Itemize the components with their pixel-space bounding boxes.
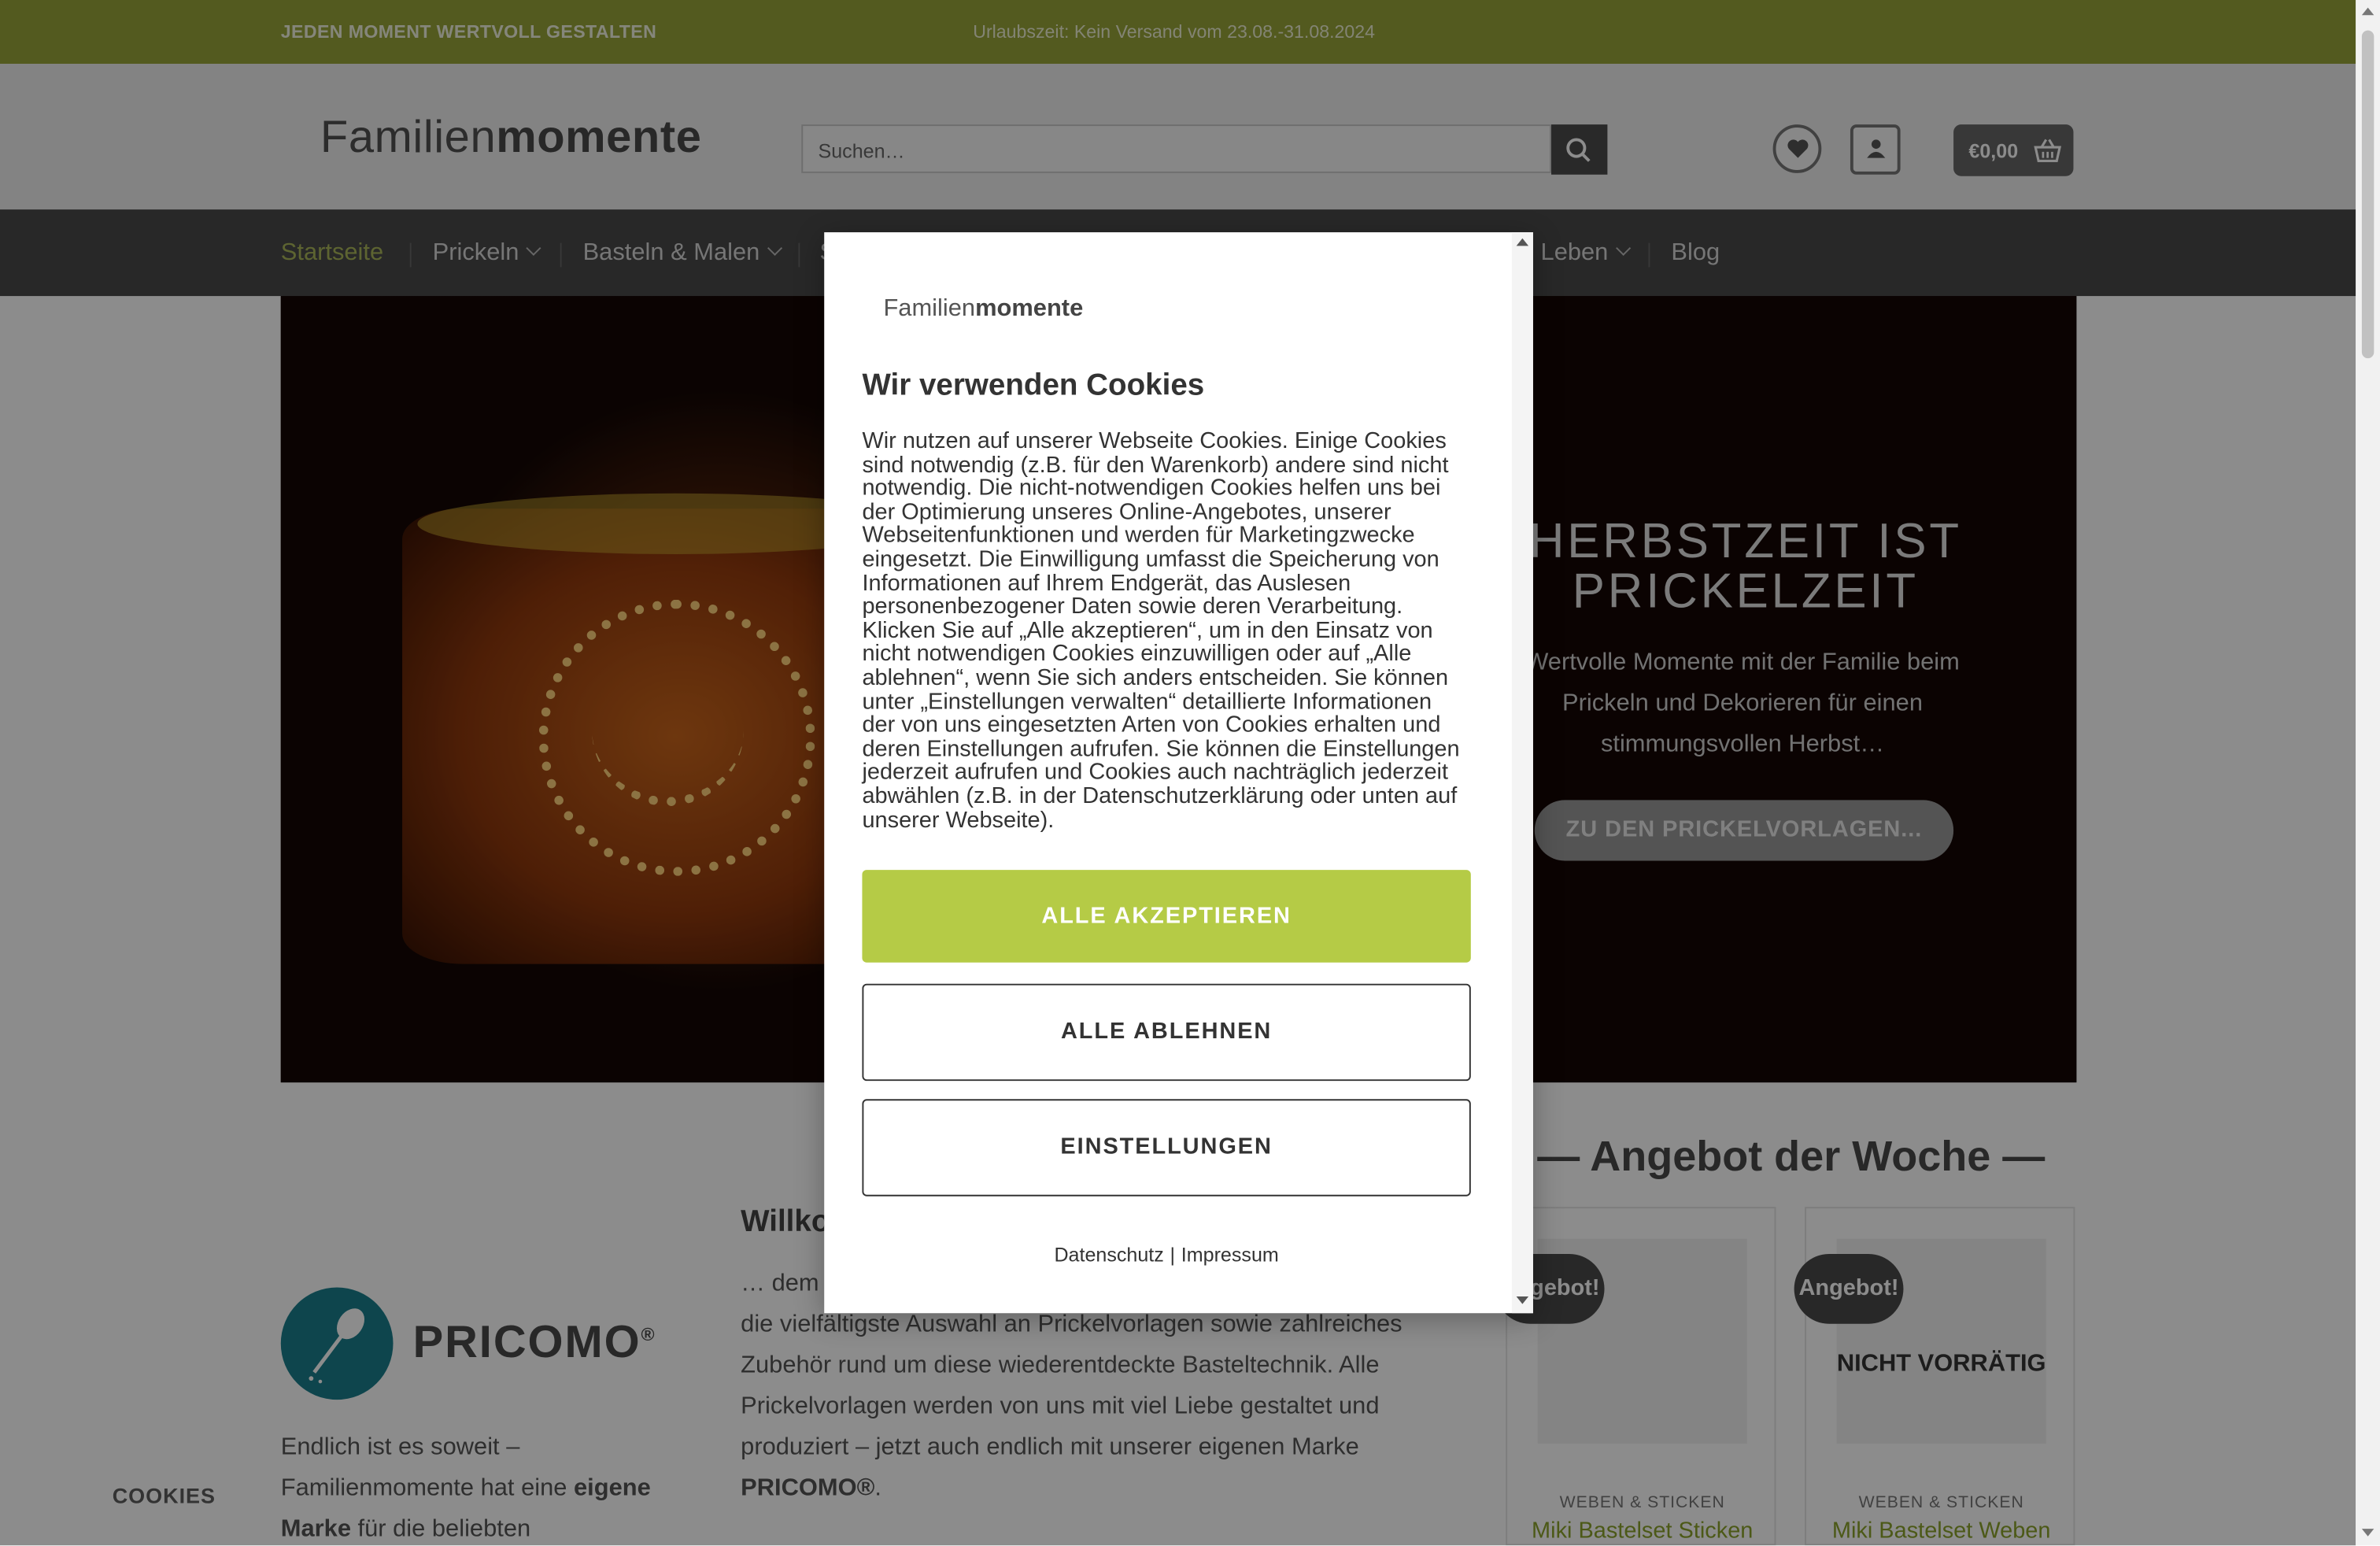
scrollbar-thumb[interactable] [2361, 30, 2374, 359]
reject-all-button[interactable]: ALLE ABLEHNEN [862, 983, 1471, 1082]
imprint-link[interactable]: Impressum [1181, 1244, 1279, 1267]
scroll-down-arrow-icon[interactable] [2361, 1529, 2374, 1537]
accept-all-button[interactable]: ALLE AKZEPTIEREN [862, 870, 1471, 963]
modal-scrollbar[interactable] [1511, 232, 1533, 1314]
privacy-link[interactable]: Datenschutz [1054, 1244, 1163, 1267]
modal-title: Wir verwenden Cookies [862, 368, 1205, 403]
modal-links: Datenschutz | Impressum [824, 1244, 1509, 1267]
modal-logo: Familienmomente [883, 296, 1083, 324]
modal-logo-regular: Familien [883, 296, 976, 322]
modal-body-text: Wir nutzen auf unserer Webseite Cookies.… [862, 427, 1460, 833]
page: JEDEN MOMENT WERTVOLL GESTALTEN Urlaubsz… [0, 0, 2380, 1546]
page-scrollbar[interactable] [2356, 0, 2380, 1546]
cookie-settings-tab[interactable]: COOKIES [113, 1483, 216, 1507]
link-separator: | [1170, 1243, 1176, 1267]
scroll-up-arrow-icon[interactable] [1516, 238, 1529, 246]
cookie-consent-dialog: Familienmomente Wir verwenden Cookies Wi… [824, 232, 1533, 1314]
scroll-down-arrow-icon[interactable] [1516, 1296, 1529, 1304]
modal-logo-bold: momente [975, 296, 1084, 322]
settings-button[interactable]: EINSTELLUNGEN [862, 1099, 1471, 1196]
scroll-up-arrow-icon[interactable] [2361, 7, 2374, 16]
